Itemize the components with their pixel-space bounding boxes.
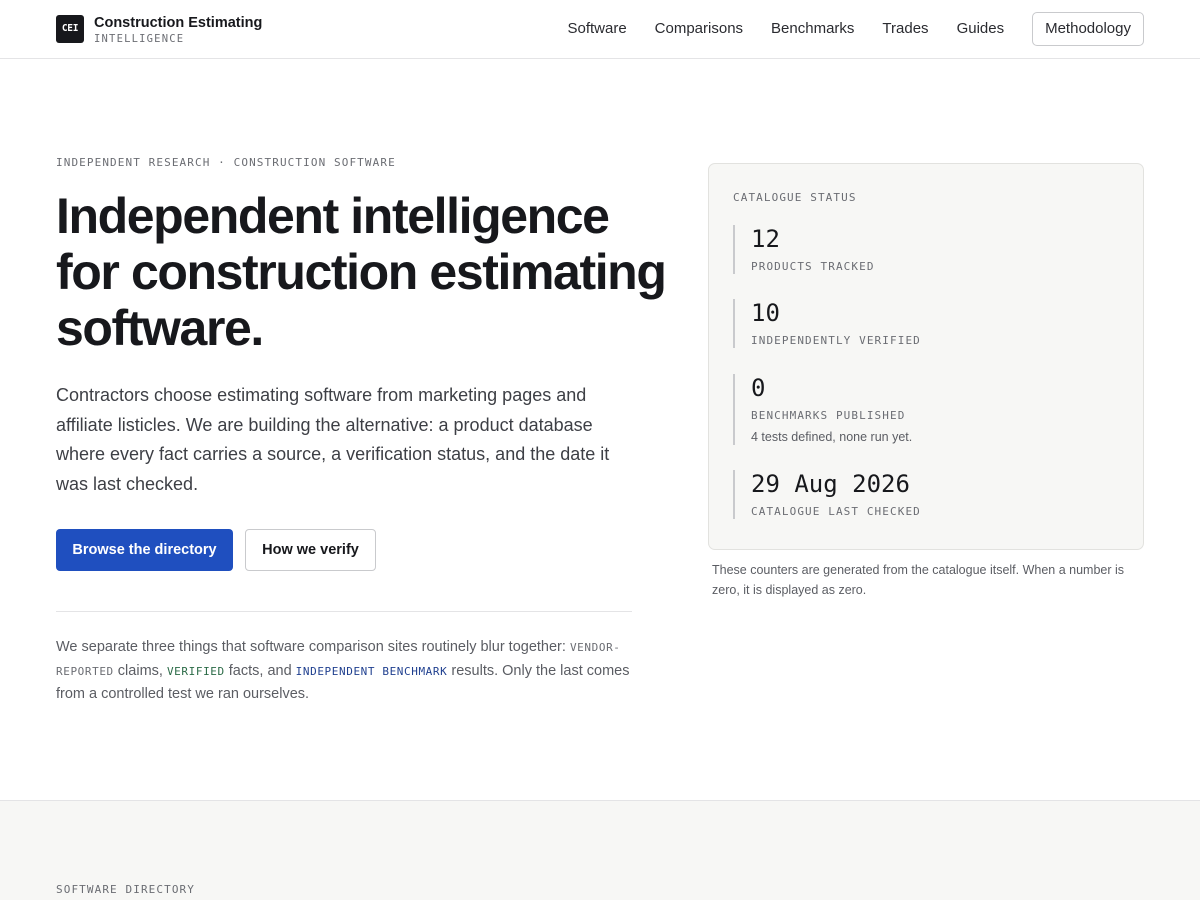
browse-directory-button[interactable]: Browse the directory [56,529,233,571]
status-card-caption: These counters are generated from the ca… [712,563,1125,597]
methodology-button[interactable]: Methodology [1032,12,1144,46]
note-intro: We separate three things that software c… [56,639,570,655]
nav-software[interactable]: Software [567,12,626,46]
note-text-1: claims, [113,662,167,679]
hero-title: Independent intelligence for constructio… [56,188,667,356]
claims-note: We separate three things that software c… [56,636,636,706]
catalogue-status-card: CATALOGUE STATUS 12 PRODUCTS TRACKED 10 … [708,163,1144,550]
nav-comparisons[interactable]: Comparisons [655,12,743,46]
stat-value: 12 [751,225,780,253]
main-nav: Software Comparisons Benchmarks Trades G… [567,12,1144,46]
stat-label: PRODUCTS TRACKED [751,260,875,273]
software-directory-section: SOFTWARE DIRECTORY [0,800,1200,900]
hero-eyebrow: INDEPENDENT RESEARCH · CONSTRUCTION SOFT… [56,156,396,169]
stat-value: 29 Aug 2026 [751,470,910,498]
hero-lead: Contractors choose estimating software f… [56,385,610,494]
note-text-2: facts, and [224,662,296,679]
nav-trades[interactable]: Trades [882,12,928,46]
directory-section-label: SOFTWARE DIRECTORY [56,883,196,896]
nav-benchmarks[interactable]: Benchmarks [771,12,854,46]
how-we-verify-button[interactable]: How we verify [245,529,376,571]
hero-divider [56,611,632,612]
card-label: CATALOGUE STATUS [733,191,857,204]
brand-logo: CEI [56,15,84,43]
stat-label: BENCHMARKS PUBLISHED [751,409,906,422]
stat-products-tracked: 12 PRODUCTS TRACKED [733,225,875,274]
stat-note: 4 tests defined, none run yet. [751,430,913,444]
stat-independently-verified: 10 INDEPENDENTLY VERIFIED [733,299,921,348]
site-header: CEI Construction Estimating INTELLIGENCE… [0,0,1200,59]
stat-label: CATALOGUE LAST CHECKED [751,505,921,518]
stat-benchmarks-published: 0 BENCHMARKS PUBLISHED 4 tests defined, … [733,374,912,445]
tag-verified: VERIFIED [166,664,225,678]
stat-value: 0 [751,374,766,402]
tag-independent-benchmark: INDEPENDENT BENCHMARK [295,664,448,678]
brand-subtitle: INTELLIGENCE [94,33,185,45]
stat-catalogue-last-checked: 29 Aug 2026 CATALOGUE LAST CHECKED [733,470,921,519]
stat-value: 10 [751,299,780,327]
brand-name: Construction Estimating [94,15,263,31]
nav-guides[interactable]: Guides [957,12,1005,46]
stat-label: INDEPENDENTLY VERIFIED [751,334,921,347]
